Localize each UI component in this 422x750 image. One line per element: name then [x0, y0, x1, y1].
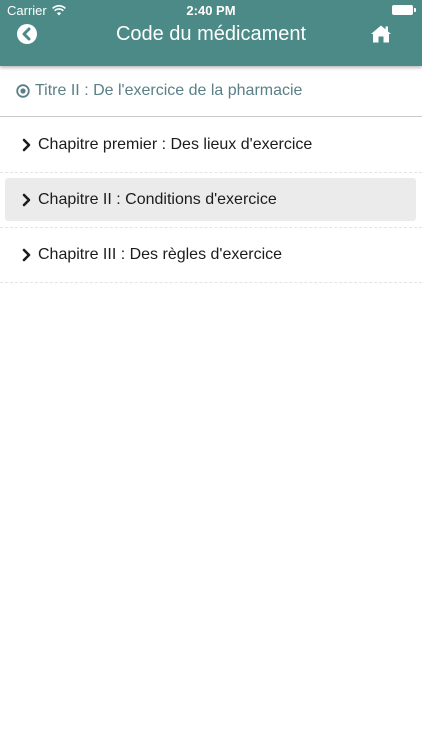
chevron-right-icon: [21, 248, 32, 262]
chapter-item-iii[interactable]: Chapitre III : Des règles d'exercice: [0, 228, 422, 283]
chapter-label: Chapitre III : Des règles d'exercice: [38, 246, 283, 263]
home-icon: [371, 25, 391, 43]
chapter-list: Chapitre premier : Des lieux d'exercice …: [0, 118, 422, 283]
status-bar: Carrier 2:40 PM: [0, 0, 422, 20]
app-header: Carrier 2:40 PM Code du médicament: [0, 0, 422, 66]
page-title: Code du médicament: [115, 23, 307, 45]
section-title-row: Titre II : De l'exercice de la pharmacie: [0, 66, 422, 117]
status-time: 2:40 PM: [186, 3, 236, 18]
navigation-bar: Code du médicament: [0, 20, 422, 66]
chapter-label: Chapitre II : Conditions d'exercice: [38, 190, 277, 208]
back-circle-icon: [17, 24, 37, 44]
battery-icon: [392, 5, 416, 15]
home-button[interactable]: [370, 24, 392, 44]
chevron-right-icon: [21, 138, 32, 152]
back-button[interactable]: [16, 23, 38, 45]
chapter-item-ii[interactable]: Chapitre II : Conditions d'exercice: [0, 173, 422, 228]
chapter-label: Chapitre premier : Des lieux d'exercice: [38, 136, 313, 153]
chapter-item-premier[interactable]: Chapitre premier : Des lieux d'exercice: [0, 118, 422, 173]
chevron-right-icon: [21, 193, 32, 207]
target-icon: [16, 84, 30, 98]
section-title: Titre II : De l'exercice de la pharmacie: [35, 82, 303, 99]
